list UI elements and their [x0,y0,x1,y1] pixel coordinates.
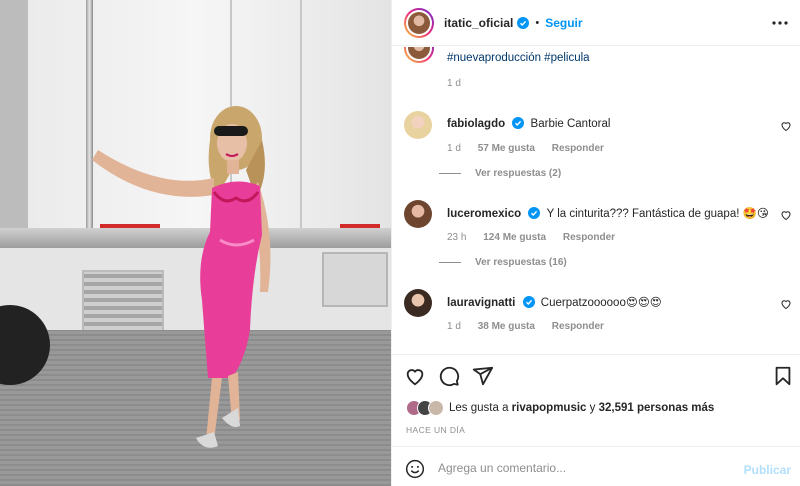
comment-time: 23 h [447,232,467,243]
author-avatar[interactable] [404,7,434,38]
emoji-picker-icon[interactable] [405,459,425,479]
comment-avatar[interactable] [404,111,432,139]
reply-button[interactable]: Responder [552,321,604,332]
comment-text: Cuerpatzoooooo😍😍😍 [540,297,662,309]
publish-button[interactable]: Publicar [744,463,791,477]
reply-button[interactable]: Responder [552,143,604,154]
comment-avatar[interactable] [404,200,432,228]
comment-likes[interactable]: 57 Me gusta [478,143,535,154]
view-replies-label: Ver respuestas (2) [475,168,562,179]
verified-badge-icon [512,117,525,129]
post-photo[interactable] [0,0,391,486]
like-comment-heart-icon[interactable] [780,298,792,310]
comment-avatar[interactable] [404,289,432,317]
comments-scroll-area[interactable]: #nuevaproducción #pelicula 1 d fabiolagd… [392,47,800,353]
post-time-ago[interactable]: HACE UN DÍA [406,425,465,435]
reply-button[interactable]: Responder [563,232,615,243]
comment-time: 1 d [447,143,461,154]
comment-item: lauravignatti Cuerpatzoooooo😍😍😍 1 d 38 M… [404,289,794,349]
likes-summary[interactable]: Les gusta a rivapopmusic y 32,591 person… [406,400,714,416]
like-comment-heart-icon[interactable] [780,120,792,132]
comment-item: luceromexico Y la cinturita??? Fantástic… [404,200,794,260]
comment-username[interactable]: lauravignatti [447,297,515,309]
comment-likes[interactable]: 124 Me gusta [483,232,546,243]
comment-likes[interactable]: 38 Me gusta [478,321,535,332]
like-comment-heart-icon[interactable] [780,209,792,221]
view-replies-button[interactable]: Ver respuestas (16) [439,257,567,268]
more-options-icon[interactable] [771,14,789,32]
post-action-bar [392,354,800,396]
comment-icon[interactable] [438,365,460,387]
comment-composer: Publicar [392,446,800,486]
caption-time: 1 d [447,78,461,89]
view-replies-button[interactable]: Ver respuestas (2) [439,168,561,179]
woman-in-pink-dress [92,106,271,448]
comment-item: fabiolagdo Barbie Cantoral 1 d 57 Me gus… [404,111,794,171]
follow-button[interactable]: Seguir [545,16,582,30]
caption-hashtags[interactable]: #nuevaproducción #pelicula [447,52,590,64]
liker-username[interactable]: rivapopmusic [512,402,587,414]
comment-input[interactable] [438,457,728,479]
view-replies-label: Ver respuestas (16) [475,257,567,268]
separator-dot: • [535,16,540,29]
share-icon[interactable] [472,365,494,387]
comment-text: Y la cinturita??? Fantástica de guapa! 🤩… [546,208,769,220]
likes-count[interactable]: 32,591 personas más [599,402,715,414]
save-bookmark-icon[interactable] [772,365,794,387]
post-details-panel: itatic_oficial • Seguir #nuevaproducción… [391,0,800,486]
verified-badge-icon [522,296,535,308]
comment-username[interactable]: luceromexico [447,208,521,220]
liker-avatar [428,400,444,416]
verified-badge-icon [528,207,541,219]
likes-text: Les gusta a rivapopmusic y 32,591 person… [449,402,715,414]
verified-badge-icon [517,16,530,29]
post-header: itatic_oficial • Seguir [392,0,800,46]
author-username[interactable]: itatic_oficial [444,16,513,30]
caption-author-avatar[interactable] [404,47,434,63]
comment-username[interactable]: fabiolagdo [447,118,505,130]
comment-time: 1 d [447,321,461,332]
like-heart-icon[interactable] [404,365,426,387]
comment-text: Barbie Cantoral [530,118,611,130]
